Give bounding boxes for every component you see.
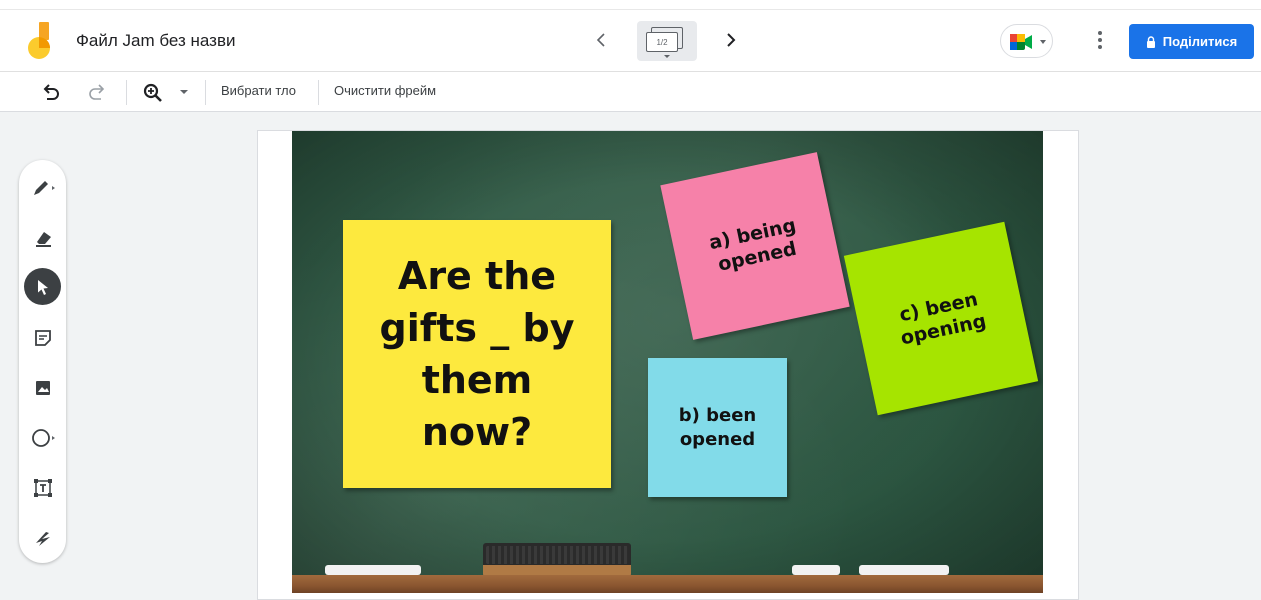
toolbar-divider [318,80,319,105]
chalk-stick [325,565,421,575]
frame-counter: 1/2 [646,32,678,52]
sticky-note-answer-a[interactable]: a) being opened [660,152,850,340]
toolbar-divider [205,80,206,105]
sticky-note-answer-c[interactable]: c) been opening [843,221,1039,416]
image-icon [35,380,50,395]
more-options-button[interactable] [1090,28,1110,52]
share-label: Поділитися [1162,34,1238,49]
chevron-right-icon [727,33,736,47]
sticky-note-icon [34,329,51,346]
document-title[interactable]: Файл Jam без назви [76,31,235,51]
chalk-stick [792,565,840,575]
tool-rail [19,160,66,563]
chalkboard-background[interactable]: Are the gifts _ by them now? a) being op… [292,131,1043,593]
choose-background-button[interactable]: Вибрати тло [221,83,296,98]
eraser-icon [35,231,51,247]
sticky-note-answer-b[interactable]: b) been opened [648,358,787,497]
select-tool-active [24,268,61,305]
next-frame-button[interactable] [720,28,742,52]
jamboard-app: Файл Jam без назви 1/2 Поділитися Вибрат… [0,0,1261,600]
laser-tool[interactable] [23,518,62,557]
image-tool[interactable] [23,368,62,407]
text-box-tool[interactable] [23,468,62,507]
meet-icon [1010,34,1032,50]
answer-a-text: a) being opened [707,214,799,276]
caret-down-icon [1040,40,1046,44]
answer-b-text: b) been opened [678,404,757,450]
laser-icon [35,531,50,546]
shape-tool[interactable] [23,418,62,457]
jamboard-logo-icon[interactable] [27,22,55,60]
editor-toolbar: Вибрати тло Очистити фрейм [0,72,1261,112]
pen-icon [33,180,55,195]
toolbar-divider [126,80,127,105]
frame-bar-toggle[interactable]: 1/2 [637,21,697,61]
cursor-icon [37,279,48,295]
chalk-stick [859,565,949,575]
question-text: Are the gifts _ by them now? [379,254,575,454]
caret-down-icon [664,55,670,58]
redo-icon[interactable] [86,82,108,104]
meet-button[interactable] [1000,24,1053,58]
select-tool[interactable] [23,267,62,306]
undo-icon[interactable] [40,82,62,104]
share-button[interactable]: Поділитися [1129,24,1254,59]
previous-frame-button[interactable] [590,28,612,52]
zoom-icon[interactable] [141,81,165,105]
pen-tool[interactable] [23,168,62,207]
answer-c-text: c) been opening [897,287,988,350]
text-box-icon [33,478,52,497]
chevron-left-icon [596,33,605,47]
sticky-note-question[interactable]: Are the gifts _ by them now? [343,220,611,488]
app-header: Файл Jam без назви 1/2 Поділитися [0,0,1261,72]
chalk-tray [292,575,1043,593]
sticky-note-tool[interactable] [23,318,62,357]
window-top-bar [0,0,1261,10]
clear-frame-button[interactable]: Очистити фрейм [334,83,436,98]
lock-icon [1146,35,1155,48]
more-vert-icon [1098,31,1102,35]
circle-icon [31,428,55,447]
zoom-caret-icon[interactable] [180,90,188,94]
eraser-tool[interactable] [23,218,62,257]
chalkboard-eraser [483,543,631,577]
